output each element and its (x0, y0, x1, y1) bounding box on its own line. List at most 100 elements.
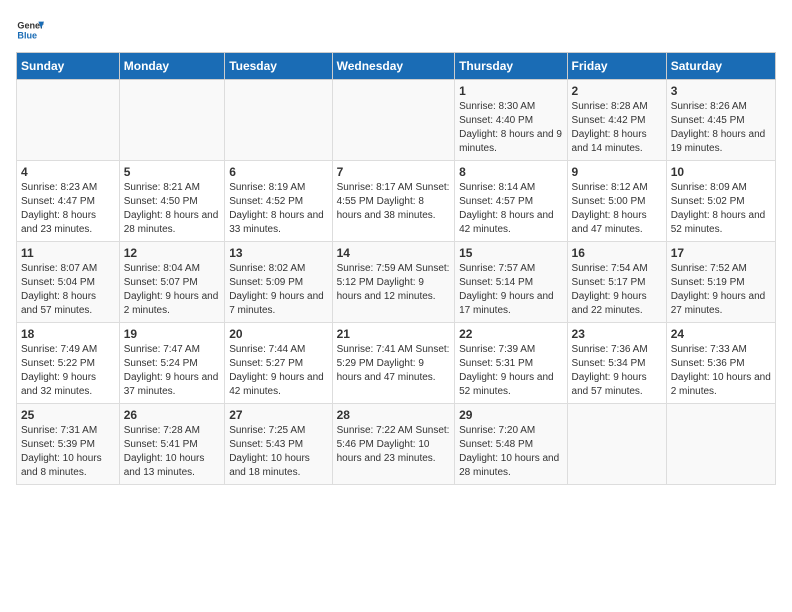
day-info: Sunrise: 7:39 AM Sunset: 5:31 PM Dayligh… (459, 343, 562, 399)
calendar-cell: 29Sunrise: 7:20 AM Sunset: 5:48 PM Dayli… (455, 404, 567, 485)
header-sunday: Sunday (17, 53, 120, 80)
day-number: 6 (229, 165, 327, 179)
day-number: 19 (124, 327, 220, 341)
calendar-cell: 23 Sunrise: 7:36 AM Sunset: 5:34 PM Dayli… (567, 323, 666, 404)
day-number: 11 (21, 246, 115, 260)
day-number: 5 (124, 165, 220, 179)
calendar-cell: 1 Sunrise: 8:30 AM Sunset: 4:40 PM Daylig… (455, 80, 567, 161)
calendar-week-0: 1 Sunrise: 8:30 AM Sunset: 4:40 PM Daylig… (17, 80, 776, 161)
calendar-cell (332, 80, 454, 161)
day-number: 16 (572, 246, 662, 260)
calendar-cell: 8 Sunrise: 8:14 AM Sunset: 4:57 PM Daylig… (455, 161, 567, 242)
day-info: Sunrise: 7:41 AM Sunset: 5:29 PM Dayligh… (337, 343, 450, 385)
day-info: Sunrise: 8:19 AM Sunset: 4:52 PM Dayligh… (229, 181, 327, 237)
day-number: 3 (671, 84, 771, 98)
day-number: 2 (572, 84, 662, 98)
day-info: Sunrise: 7:31 AM Sunset: 5:39 PM Dayligh… (21, 424, 115, 480)
day-info: Sunrise: 8:21 AM Sunset: 4:50 PM Dayligh… (124, 181, 220, 237)
calendar-cell: 16 Sunrise: 7:54 AM Sunset: 5:17 PM Dayli… (567, 242, 666, 323)
day-info: Sunrise: 7:54 AM Sunset: 5:17 PM Dayligh… (572, 262, 662, 318)
day-info: Sunrise: 8:28 AM Sunset: 4:42 PM Dayligh… (572, 100, 662, 156)
logo: General Blue (16, 16, 44, 44)
day-info: Sunrise: 7:33 AM Sunset: 5:36 PM Dayligh… (671, 343, 771, 399)
calendar-cell: 17 Sunrise: 7:52 AM Sunset: 5:19 PM Dayli… (666, 242, 775, 323)
day-number: 21 (337, 327, 450, 341)
day-number: 13 (229, 246, 327, 260)
calendar-cell: 28 Sunrise: 7:22 AM Sunset: 5:46 PM Dayli… (332, 404, 454, 485)
day-number: 9 (572, 165, 662, 179)
calendar-table: SundayMondayTuesdayWednesdayThursdayFrid… (16, 52, 776, 485)
day-number: 12 (124, 246, 220, 260)
calendar-cell: 14 Sunrise: 7:59 AM Sunset: 5:12 PM Dayli… (332, 242, 454, 323)
calendar-week-2: 11Sunrise: 8:07 AM Sunset: 5:04 PM Dayli… (17, 242, 776, 323)
day-info: Sunrise: 7:52 AM Sunset: 5:19 PM Dayligh… (671, 262, 771, 318)
day-info: Sunrise: 8:09 AM Sunset: 5:02 PM Dayligh… (671, 181, 771, 237)
day-info: Sunrise: 8:26 AM Sunset: 4:45 PM Dayligh… (671, 100, 771, 156)
day-info: Sunrise: 7:20 AM Sunset: 5:48 PM Dayligh… (459, 424, 562, 480)
header-friday: Friday (567, 53, 666, 80)
calendar-cell: 4 Sunrise: 8:23 AM Sunset: 4:47 PM Daylig… (17, 161, 120, 242)
header-monday: Monday (119, 53, 224, 80)
day-number: 4 (21, 165, 115, 179)
svg-text:Blue: Blue (17, 30, 37, 40)
calendar-cell: 13 Sunrise: 8:02 AM Sunset: 5:09 PM Dayli… (225, 242, 332, 323)
calendar-cell: 6 Sunrise: 8:19 AM Sunset: 4:52 PM Daylig… (225, 161, 332, 242)
day-number: 15 (459, 246, 562, 260)
day-info: Sunrise: 8:23 AM Sunset: 4:47 PM Dayligh… (21, 181, 115, 237)
day-number: 25 (21, 408, 115, 422)
day-info: Sunrise: 7:57 AM Sunset: 5:14 PM Dayligh… (459, 262, 562, 318)
calendar-cell: 15 Sunrise: 7:57 AM Sunset: 5:14 PM Dayli… (455, 242, 567, 323)
day-info: Sunrise: 7:22 AM Sunset: 5:46 PM Dayligh… (337, 424, 450, 466)
calendar-cell: 19Sunrise: 7:47 AM Sunset: 5:24 PM Dayli… (119, 323, 224, 404)
calendar-cell: 25 Sunrise: 7:31 AM Sunset: 5:39 PM Dayli… (17, 404, 120, 485)
header-tuesday: Tuesday (225, 53, 332, 80)
calendar-week-1: 4 Sunrise: 8:23 AM Sunset: 4:47 PM Daylig… (17, 161, 776, 242)
calendar-cell: 18Sunrise: 7:49 AM Sunset: 5:22 PM Dayli… (17, 323, 120, 404)
day-info: Sunrise: 8:30 AM Sunset: 4:40 PM Dayligh… (459, 100, 562, 156)
day-info: Sunrise: 7:49 AM Sunset: 5:22 PM Dayligh… (21, 343, 115, 399)
day-info: Sunrise: 7:59 AM Sunset: 5:12 PM Dayligh… (337, 262, 450, 304)
calendar-cell: 3 Sunrise: 8:26 AM Sunset: 4:45 PM Daylig… (666, 80, 775, 161)
header-saturday: Saturday (666, 53, 775, 80)
day-number: 24 (671, 327, 771, 341)
day-number: 22 (459, 327, 562, 341)
day-info: Sunrise: 8:14 AM Sunset: 4:57 PM Dayligh… (459, 181, 562, 237)
calendar-cell: 24 Sunrise: 7:33 AM Sunset: 5:36 PM Dayli… (666, 323, 775, 404)
calendar-week-3: 18Sunrise: 7:49 AM Sunset: 5:22 PM Dayli… (17, 323, 776, 404)
day-number: 28 (337, 408, 450, 422)
day-number: 17 (671, 246, 771, 260)
calendar-cell (567, 404, 666, 485)
calendar-cell: 10 Sunrise: 8:09 AM Sunset: 5:02 PM Dayli… (666, 161, 775, 242)
calendar-cell: 12 Sunrise: 8:04 AM Sunset: 5:07 PM Dayli… (119, 242, 224, 323)
header-thursday: Thursday (455, 53, 567, 80)
day-info: Sunrise: 7:44 AM Sunset: 5:27 PM Dayligh… (229, 343, 327, 399)
calendar-cell: 9Sunrise: 8:12 AM Sunset: 5:00 PM Daylig… (567, 161, 666, 242)
calendar-cell: 20Sunrise: 7:44 AM Sunset: 5:27 PM Dayli… (225, 323, 332, 404)
day-info: Sunrise: 8:04 AM Sunset: 5:07 PM Dayligh… (124, 262, 220, 318)
day-number: 8 (459, 165, 562, 179)
day-number: 1 (459, 84, 562, 98)
day-info: Sunrise: 8:02 AM Sunset: 5:09 PM Dayligh… (229, 262, 327, 318)
header: General Blue (16, 16, 776, 44)
logo-icon: General Blue (16, 16, 44, 44)
calendar-cell (17, 80, 120, 161)
day-number: 14 (337, 246, 450, 260)
calendar-cell: 27 Sunrise: 7:25 AM Sunset: 5:43 PM Dayli… (225, 404, 332, 485)
calendar-cell: 7 Sunrise: 8:17 AM Sunset: 4:55 PM Daylig… (332, 161, 454, 242)
day-info: Sunrise: 7:36 AM Sunset: 5:34 PM Dayligh… (572, 343, 662, 399)
day-info: Sunrise: 8:17 AM Sunset: 4:55 PM Dayligh… (337, 181, 450, 223)
calendar-cell: 2 Sunrise: 8:28 AM Sunset: 4:42 PM Daylig… (567, 80, 666, 161)
day-number: 26 (124, 408, 220, 422)
calendar-cell: 5 Sunrise: 8:21 AM Sunset: 4:50 PM Daylig… (119, 161, 224, 242)
day-number: 27 (229, 408, 327, 422)
day-number: 7 (337, 165, 450, 179)
day-info: Sunrise: 7:28 AM Sunset: 5:41 PM Dayligh… (124, 424, 220, 480)
calendar-header-row: SundayMondayTuesdayWednesdayThursdayFrid… (17, 53, 776, 80)
calendar-cell (225, 80, 332, 161)
calendar-week-4: 25 Sunrise: 7:31 AM Sunset: 5:39 PM Dayli… (17, 404, 776, 485)
calendar-cell: 26 Sunrise: 7:28 AM Sunset: 5:41 PM Dayli… (119, 404, 224, 485)
day-info: Sunrise: 7:25 AM Sunset: 5:43 PM Dayligh… (229, 424, 327, 480)
day-number: 23 (572, 327, 662, 341)
calendar-cell (666, 404, 775, 485)
day-number: 10 (671, 165, 771, 179)
